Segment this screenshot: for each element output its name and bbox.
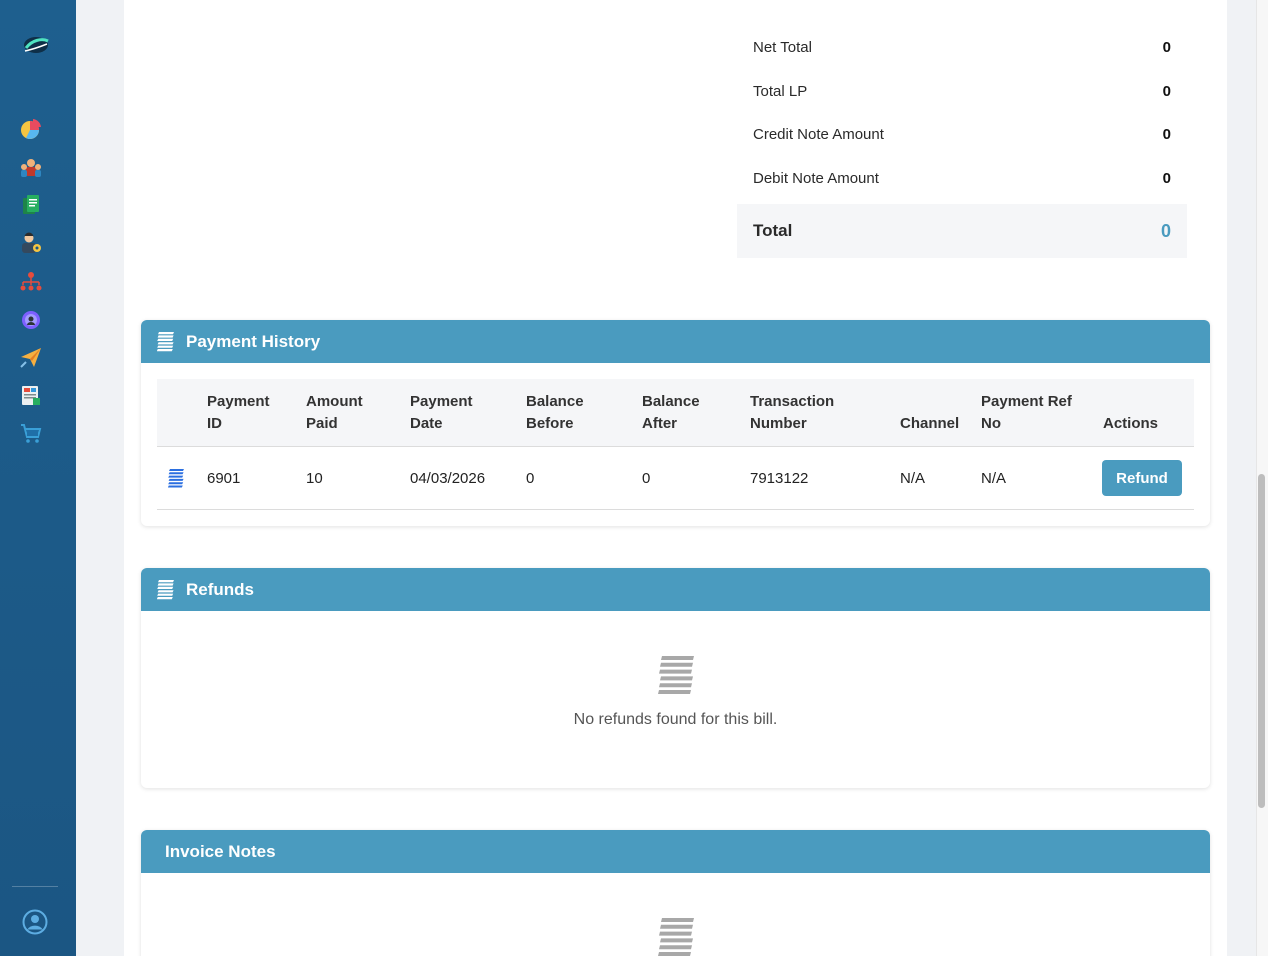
send-paper-plane-icon[interactable] bbox=[19, 345, 43, 369]
col-header-actions: Actions bbox=[1103, 415, 1159, 432]
users-admin-icon[interactable] bbox=[19, 231, 43, 255]
receipt-icon[interactable] bbox=[167, 469, 184, 489]
cell-amount-paid: 10 bbox=[306, 470, 323, 487]
receipt-icon bbox=[156, 331, 175, 352]
totals-label: Debit Note Amount bbox=[753, 169, 879, 187]
grand-total-label: Total bbox=[753, 221, 793, 240]
customers-group-icon[interactable] bbox=[19, 156, 43, 180]
sidebar-divider bbox=[12, 886, 58, 887]
cell-transaction-number: 7913122 bbox=[750, 470, 809, 487]
sidebar bbox=[0, 0, 76, 956]
refunds-title: Refunds bbox=[186, 579, 254, 599]
totals-label: Total LP bbox=[753, 82, 808, 100]
col-header-channel: Channel bbox=[900, 415, 960, 432]
logo-icon[interactable] bbox=[22, 34, 50, 56]
refunds-panel: Refunds No refunds found for this bill. bbox=[141, 568, 1210, 788]
invoice-notes-title: Invoice Notes bbox=[165, 841, 276, 861]
user-profile-icon[interactable] bbox=[22, 909, 48, 935]
hierarchy-icon[interactable] bbox=[19, 270, 43, 294]
payment-history-table: Payment ID Amount Paid Payment Date Bala… bbox=[157, 379, 1194, 510]
totals-summary: Net Total 0 Total LP 0 Credit Note Amoun… bbox=[737, 26, 1187, 258]
payment-history-header: Payment History bbox=[141, 320, 1210, 363]
empty-receipt-icon bbox=[657, 656, 695, 696]
totals-label: Net Total bbox=[753, 39, 812, 57]
shopping-cart-icon[interactable] bbox=[19, 421, 43, 445]
empty-notes-icon bbox=[657, 918, 695, 956]
cell-payment-ref-no: N/A bbox=[981, 470, 1007, 487]
scrollbar-thumb[interactable] bbox=[1258, 474, 1265, 808]
col-header-balance-after: Balance After bbox=[642, 393, 700, 432]
invoice-notes-panel: Invoice Notes bbox=[141, 830, 1210, 956]
totals-value: 0 bbox=[1162, 82, 1171, 100]
totals-row: Credit Note Amount 0 bbox=[737, 113, 1187, 157]
documents-icon[interactable] bbox=[19, 193, 43, 217]
payment-history-title: Payment History bbox=[186, 331, 321, 351]
col-header-transaction-number: Transaction Number bbox=[750, 393, 835, 432]
col-header-balance-before: Balance Before bbox=[526, 393, 584, 432]
col-header-payment-date: Payment Date bbox=[410, 393, 473, 432]
cell-balance-before: 0 bbox=[526, 470, 535, 487]
cell-payment-date: 04/03/2026 bbox=[410, 470, 486, 487]
col-header-amount-paid: Amount Paid bbox=[306, 393, 363, 432]
refunds-empty-message: No refunds found for this bill. bbox=[573, 711, 778, 728]
totals-value: 0 bbox=[1162, 126, 1171, 144]
col-header-payment-ref-no: Payment Ref No bbox=[981, 393, 1072, 432]
invoice-notes-header: Invoice Notes bbox=[141, 830, 1210, 873]
cell-balance-after: 0 bbox=[642, 470, 651, 487]
dashboard-chart-icon[interactable] bbox=[19, 117, 43, 141]
grand-total-value: 0 bbox=[1160, 220, 1171, 241]
totals-row: Net Total 0 bbox=[737, 26, 1187, 70]
grand-total-row: Total 0 bbox=[737, 204, 1187, 258]
refund-button[interactable]: Refund bbox=[1102, 460, 1182, 496]
table-row: 6901 10 04/03/2026 0 0 7913122 N/A N/A R… bbox=[157, 447, 1194, 510]
totals-row: Total LP 0 bbox=[737, 70, 1187, 114]
cell-payment-id: 6901 bbox=[207, 470, 241, 487]
vertical-scrollbar[interactable] bbox=[1256, 0, 1268, 956]
cell-channel: N/A bbox=[900, 470, 926, 487]
refunds-header: Refunds bbox=[141, 568, 1210, 611]
totals-label: Credit Note Amount bbox=[753, 126, 884, 144]
totals-value: 0 bbox=[1162, 169, 1171, 187]
totals-value: 0 bbox=[1162, 39, 1171, 57]
col-header-payment-id: Payment ID bbox=[207, 393, 270, 432]
settings-gear-icon[interactable] bbox=[19, 308, 43, 332]
payment-history-panel: Payment History Payment ID Amount Paid P… bbox=[141, 320, 1210, 526]
receipt-icon bbox=[156, 579, 175, 600]
table-header: Payment ID Amount Paid Payment Date Bala… bbox=[157, 379, 1194, 447]
reports-icon[interactable] bbox=[19, 383, 43, 407]
totals-row: Debit Note Amount 0 bbox=[737, 157, 1187, 201]
